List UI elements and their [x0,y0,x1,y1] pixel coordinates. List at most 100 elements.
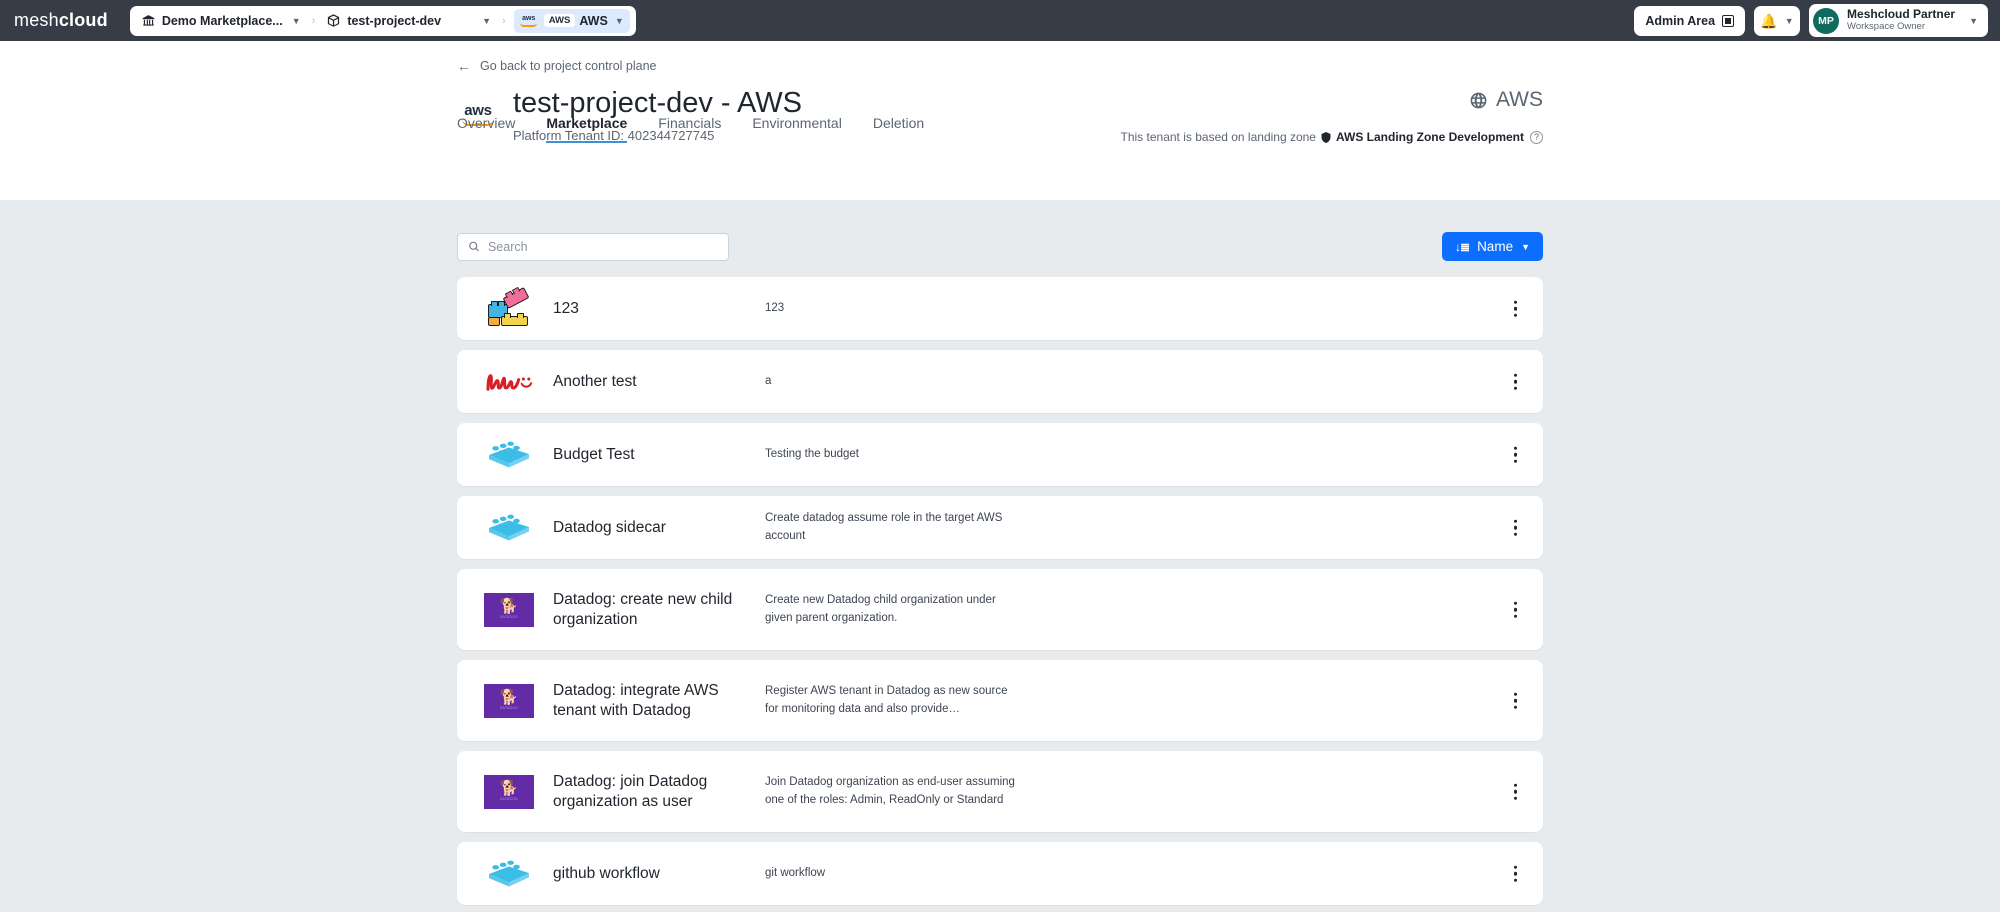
aws-logo-icon: aws [518,13,540,29]
breadcrumb-item-platform[interactable]: aws AWS AWS ▼ [513,8,630,33]
tab-bar: Overview Marketplace Financials Environm… [457,115,924,143]
breadcrumb-item-organization[interactable]: Demo Marketplace... ▼ [138,14,304,28]
brand-bold: cloud [58,10,108,30]
lego-bricks-icon [481,286,537,326]
top-navigation-right: Admin Area 🔔 ▼ MP Meshcloud Partner Work… [1634,0,1988,41]
tab-financials[interactable]: Financials [658,115,721,143]
tab-environmental[interactable]: Environmental [752,115,842,143]
tab-deletion[interactable]: Deletion [873,115,924,143]
lego-brick-icon [489,441,529,467]
breadcrumb-organization-label: Demo Marketplace... [161,13,283,28]
brand-light: mesh [14,10,59,30]
list-item-title: Datadog sidecar [553,518,666,536]
aws-logo-text: aws [522,14,536,22]
external-link-icon [1722,14,1735,27]
search-input[interactable] [487,239,718,254]
list-item-description: Create datadog assume role in the target… [765,512,1003,542]
datadog-icon: 🐕 DATADOG [481,683,537,718]
breadcrumb-separator: › [311,14,316,27]
list-item[interactable]: 123 123 [457,277,1543,340]
bell-icon: 🔔 [1760,12,1778,29]
globe-icon [1470,92,1487,108]
avatar: MP [1813,7,1840,34]
lego-brick-icon [489,514,529,540]
cloud-platform-name: AWS [1469,88,1543,112]
list-item-description: a [765,374,772,387]
landing-zone-info: This tenant is based on landing zone AWS… [1121,130,1543,144]
user-name: Meshcloud Partner [1847,7,1956,22]
kebab-menu-icon[interactable] [1513,601,1517,618]
kebab-menu-icon[interactable] [1513,300,1517,317]
marketplace-body: ↓≣ Name ▼ 123 123 [0,200,2000,905]
cube-icon [328,14,340,27]
platform-chip-label: AWS [543,14,576,27]
question-mark-icon[interactable]: ? [1530,130,1543,144]
datadog-wordmark: DATADOG [499,797,519,801]
tab-marketplace[interactable]: Marketplace [546,115,628,143]
back-link-label: Go back to project control plane [480,59,657,73]
notifications-caret-icon: ▼ [1784,15,1794,26]
user-role: Workspace Owner [1847,20,1926,32]
datadog-icon: 🐕 DATADOG [481,592,537,627]
lego-brick-icon [489,860,529,886]
platform-label: AWS [579,13,608,28]
list-item[interactable]: Budget Test Testing the budget [457,423,1543,486]
list-item-title: Datadog: join Datadog organization as us… [553,773,708,810]
sort-button-label: Name [1477,239,1514,254]
breadcrumb: Demo Marketplace... ▼ › test-project-dev… [129,5,636,36]
sort-button[interactable]: ↓≣ Name ▼ [1442,232,1543,261]
top-navigation-bar: meshcloud Demo Marketplace... ▼ › test-p… [0,0,2000,41]
landing-zone-prefix: This tenant is based on landing zone [1120,130,1316,144]
list-item[interactable]: Another test a [457,350,1543,413]
breadcrumb-project-caret-icon[interactable]: ▼ [482,16,491,26]
breadcrumb-organization-caret-icon[interactable]: ▼ [292,16,301,26]
kebab-menu-icon[interactable] [1513,692,1517,709]
page-header-right: AWS This tenant is based on landing zone… [1121,88,1543,144]
search-box[interactable] [457,232,729,261]
lego-brick-blue-icon [481,438,537,472]
list-item-description: git workflow [765,866,826,879]
breadcrumb-separator-2: › [502,14,506,27]
search-icon [469,241,479,252]
notifications-button[interactable]: 🔔 ▼ [1754,5,1801,36]
list-item-description: Testing the budget [765,447,859,460]
hello-script-icon [486,373,533,391]
back-link[interactable]: ← Go back to project control plane [457,41,657,73]
datadog-wordmark: DATADOG [499,615,519,619]
datadog-dog-glyph: 🐕 [499,598,519,615]
kebab-menu-icon[interactable] [1513,519,1517,536]
list-item[interactable]: 🐕 DATADOG Datadog: join Datadog organiza… [457,751,1543,832]
sort-caret-icon: ▼ [1521,241,1530,252]
bank-icon [142,14,155,26]
user-menu-button[interactable]: MP Meshcloud Partner Workspace Owner ▼ [1809,4,1988,37]
list-item-description: 123 [765,301,785,314]
user-info: Meshcloud Partner Workspace Owner [1847,7,1956,33]
kebab-menu-icon[interactable] [1513,446,1517,463]
list-item[interactable]: 🐕 DATADOG Datadog: integrate AWS tenant … [457,660,1543,741]
list-item[interactable]: github workflow git workflow [457,842,1543,905]
kebab-menu-icon[interactable] [1513,783,1517,800]
page-header: ← Go back to project control plane aws t… [0,41,2000,200]
kebab-menu-icon[interactable] [1513,865,1517,882]
list-item[interactable]: Datadog sidecar Create datadog assume ro… [457,496,1543,559]
list-item-title: Another test [553,372,637,390]
marketplace-item-list: 123 123 Another test a Budget Test Testi… [457,261,1543,905]
aws-logo-swoosh [520,23,538,27]
list-item-title: Datadog: integrate AWS tenant with Datad… [553,682,719,719]
app-logo[interactable]: meshcloud [14,10,108,31]
kebab-menu-icon[interactable] [1513,373,1517,390]
breadcrumb-project-label: test-project-dev [347,13,442,28]
datadog-icon: 🐕 DATADOG [481,774,537,809]
page-header-inner: ← Go back to project control plane aws t… [457,41,1543,144]
list-item[interactable]: 🐕 DATADOG Datadog: create new child orga… [457,569,1543,650]
admin-area-button[interactable]: Admin Area [1634,5,1746,36]
marketplace-toolbar: ↓≣ Name ▼ [457,200,1543,261]
list-item-description: Register AWS tenant in Datadog as new so… [765,685,1008,715]
lego-brick-blue-icon [481,857,537,891]
lego-brick-blue-icon [481,511,537,545]
tab-overview[interactable]: Overview [457,115,515,143]
cloud-platform-label: AWS [1495,88,1543,111]
breadcrumb-item-project[interactable]: test-project-dev ▼ [323,13,494,28]
platform-caret-icon[interactable]: ▼ [615,16,624,26]
datadog-dog-glyph: 🐕 [499,689,519,706]
